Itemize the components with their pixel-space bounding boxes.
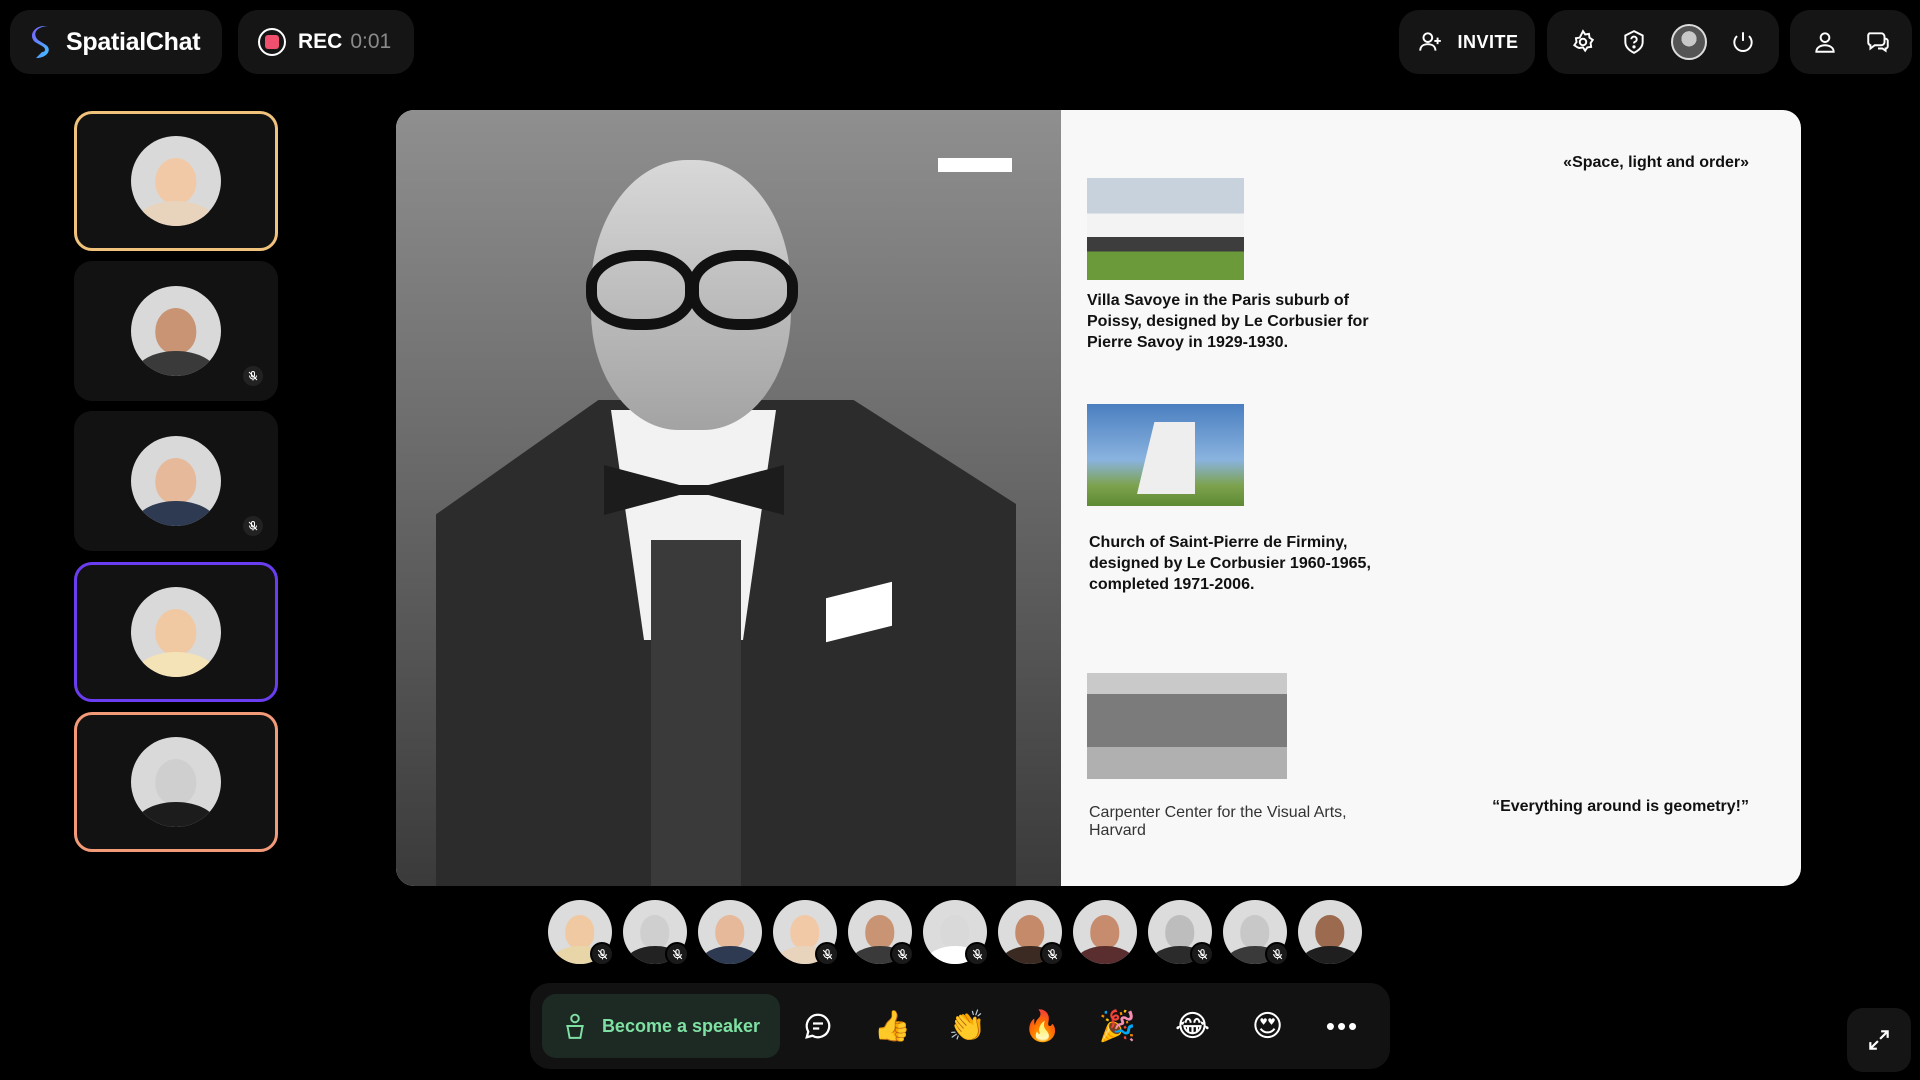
app-name: SpatialChat xyxy=(66,27,201,56)
power-icon[interactable] xyxy=(1728,27,1758,57)
participant-avatar[interactable] xyxy=(623,900,689,966)
participant-avatar[interactable] xyxy=(1148,900,1214,966)
participant-avatar[interactable] xyxy=(1298,900,1362,964)
participant-avatar[interactable] xyxy=(548,900,614,966)
invite-button[interactable]: INVITE xyxy=(1399,10,1535,74)
reaction-clap[interactable]: 👏 xyxy=(930,994,1005,1058)
presentation-slide[interactable]: «Space, light and order» Villa Savoye in… xyxy=(396,110,1801,886)
reaction-laugh[interactable]: 😂 xyxy=(1155,994,1230,1058)
chat-bubbles-icon[interactable] xyxy=(1863,27,1893,57)
mic-off-icon xyxy=(243,516,263,536)
profile-avatar[interactable] xyxy=(1670,24,1707,60)
mic-off-icon xyxy=(243,366,263,386)
participant-avatar[interactable] xyxy=(773,900,839,966)
reaction-thumbs-up[interactable]: 👍 xyxy=(855,994,930,1058)
mic-off-icon xyxy=(815,942,839,966)
mic-off-icon xyxy=(965,942,989,966)
reaction-bar: Become a speaker 👍 👏 🔥 🎉 😂 😍 ••• xyxy=(530,983,1390,1069)
record-icon xyxy=(258,28,286,56)
help-icon[interactable] xyxy=(1619,27,1649,57)
mic-off-icon xyxy=(1190,942,1214,966)
speaker-avatar xyxy=(131,737,221,827)
rec-timer: 0:01 xyxy=(350,30,392,53)
speaker-avatar xyxy=(131,587,221,677)
speaker-avatar xyxy=(131,136,221,226)
caption-villa-savoye: Villa Savoye in the Paris suburb of Pois… xyxy=(1087,292,1369,351)
slide-content: «Space, light and order» Villa Savoye in… xyxy=(1061,110,1801,886)
mic-off-icon xyxy=(665,942,689,966)
spatialchat-logo-icon xyxy=(31,26,50,58)
slide-quote-bottom: “Everything around is geometry!” xyxy=(1492,798,1749,815)
invite-label: INVITE xyxy=(1457,31,1519,52)
reaction-heart-eyes[interactable]: 😍 xyxy=(1230,994,1305,1058)
caption-church-firminy: Church of Saint-Pierre de Firminy, desig… xyxy=(1089,534,1371,593)
speaker-tile[interactable] xyxy=(74,411,278,551)
speaker-tile[interactable] xyxy=(74,712,278,852)
speaker-tile[interactable] xyxy=(74,562,278,702)
slide-quote-top: «Space, light and order» xyxy=(1563,154,1749,171)
participant-avatar[interactable] xyxy=(998,900,1064,966)
carpenter-center-photo xyxy=(1087,673,1287,779)
chat-button[interactable] xyxy=(780,994,855,1058)
participant-row xyxy=(548,900,1362,966)
caption-carpenter-center: Carpenter Center for the Visual Arts, Ha… xyxy=(1089,804,1347,839)
speaker-avatar xyxy=(131,436,221,526)
speaker-podium-icon xyxy=(566,1013,584,1039)
reaction-party[interactable]: 🎉 xyxy=(1080,994,1155,1058)
portrait-photo xyxy=(396,110,1061,886)
add-user-icon xyxy=(1415,27,1445,57)
fullscreen-button[interactable] xyxy=(1847,1008,1911,1072)
settings-gear-icon[interactable] xyxy=(1568,27,1598,57)
participant-avatar[interactable] xyxy=(923,900,989,966)
speaker-tile[interactable] xyxy=(74,111,278,251)
rec-label: REC xyxy=(298,30,343,53)
toolbar-controls xyxy=(1547,10,1779,74)
speaker-tile[interactable] xyxy=(74,261,278,401)
villa-savoye-photo xyxy=(1087,178,1244,280)
participant-avatar[interactable] xyxy=(1223,900,1289,966)
speaker-avatar xyxy=(131,286,221,376)
more-options-button[interactable]: ••• xyxy=(1305,994,1380,1058)
people-icon[interactable] xyxy=(1810,27,1840,57)
participant-avatar[interactable] xyxy=(1073,900,1137,964)
mic-off-icon xyxy=(1265,942,1289,966)
recording-indicator[interactable]: REC 0:01 xyxy=(238,10,414,74)
expand-icon xyxy=(1869,1030,1889,1050)
participant-avatar[interactable] xyxy=(848,900,914,966)
redaction-bar xyxy=(938,158,1012,172)
app-logo[interactable]: SpatialChat xyxy=(10,10,222,74)
become-speaker-button[interactable]: Become a speaker xyxy=(542,994,780,1058)
side-panel-controls xyxy=(1790,10,1912,74)
mic-off-icon xyxy=(1040,942,1064,966)
mic-off-icon xyxy=(590,942,614,966)
reaction-fire[interactable]: 🔥 xyxy=(1005,994,1080,1058)
become-speaker-label: Become a speaker xyxy=(601,1015,761,1036)
chat-icon xyxy=(804,1013,830,1039)
participant-avatar[interactable] xyxy=(698,900,762,964)
mic-off-icon xyxy=(890,942,914,966)
church-firminy-photo xyxy=(1087,404,1244,506)
